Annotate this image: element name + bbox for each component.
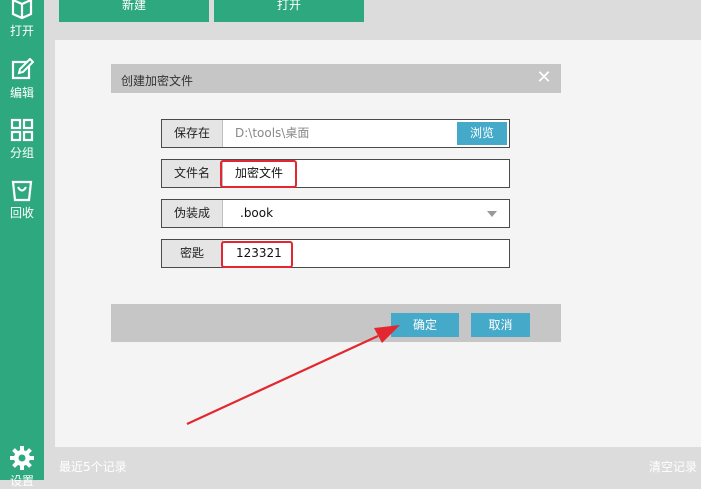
sidebar-item-recycle[interactable]: 回收: [0, 178, 44, 221]
sidebar-item-label: 打开: [9, 24, 34, 38]
sidebar-item-settings[interactable]: 设置: [0, 446, 44, 489]
sidebar: 打开 编辑 分组 回收 设置: [0, 0, 44, 488]
save-location-input[interactable]: D:\tools\桌面: [235, 120, 309, 147]
sidebar-item-group[interactable]: 分组: [0, 118, 44, 161]
browse-button[interactable]: 浏览: [457, 122, 507, 145]
cancel-button[interactable]: 取消: [471, 313, 530, 337]
trash-bag-icon: [0, 178, 44, 202]
open-button[interactable]: 打开: [214, 0, 364, 22]
key-label: 密匙: [162, 240, 223, 267]
filename-label: 文件名: [162, 160, 223, 187]
clear-records-link[interactable]: 清空记录: [649, 458, 697, 475]
edit-icon: [0, 58, 44, 82]
gear-icon: [0, 446, 44, 470]
highlight-box: [220, 160, 297, 188]
disguise-field: 伪装成 .book: [161, 199, 510, 228]
sidebar-item-label: 分组: [9, 146, 34, 160]
box-open-icon: [0, 0, 44, 20]
save-location-label: 保存在: [162, 120, 223, 147]
key-field: 密匙 123321: [161, 239, 510, 268]
close-icon[interactable]: ✕: [535, 69, 553, 87]
dialog-title-bar: 创建加密文件 ✕: [111, 64, 561, 93]
filename-field: 文件名 加密文件: [161, 159, 510, 188]
sidebar-item-edit[interactable]: 编辑: [0, 58, 44, 101]
ok-button[interactable]: 确定: [391, 313, 459, 337]
grid-icon: [0, 118, 44, 142]
recent-records-label: 最近5个记录: [59, 460, 127, 474]
disguise-label: 伪装成: [162, 200, 223, 227]
chevron-down-icon[interactable]: [487, 211, 497, 217]
disguise-select[interactable]: .book: [240, 200, 273, 227]
dialog-title: 创建加密文件: [121, 74, 194, 88]
sidebar-item-label: 回收: [9, 206, 34, 220]
status-bar: 最近5个记录 清空记录: [44, 448, 701, 480]
new-button[interactable]: 新建: [59, 0, 209, 22]
highlight-box: [221, 241, 293, 268]
sidebar-item-label: 设置: [9, 474, 34, 488]
sidebar-item-label: 编辑: [9, 86, 34, 100]
save-location-field: 保存在 D:\tools\桌面 浏览: [161, 119, 510, 148]
dialog-footer: 确定 取消: [111, 304, 561, 342]
sidebar-item-open[interactable]: 打开: [0, 0, 44, 39]
